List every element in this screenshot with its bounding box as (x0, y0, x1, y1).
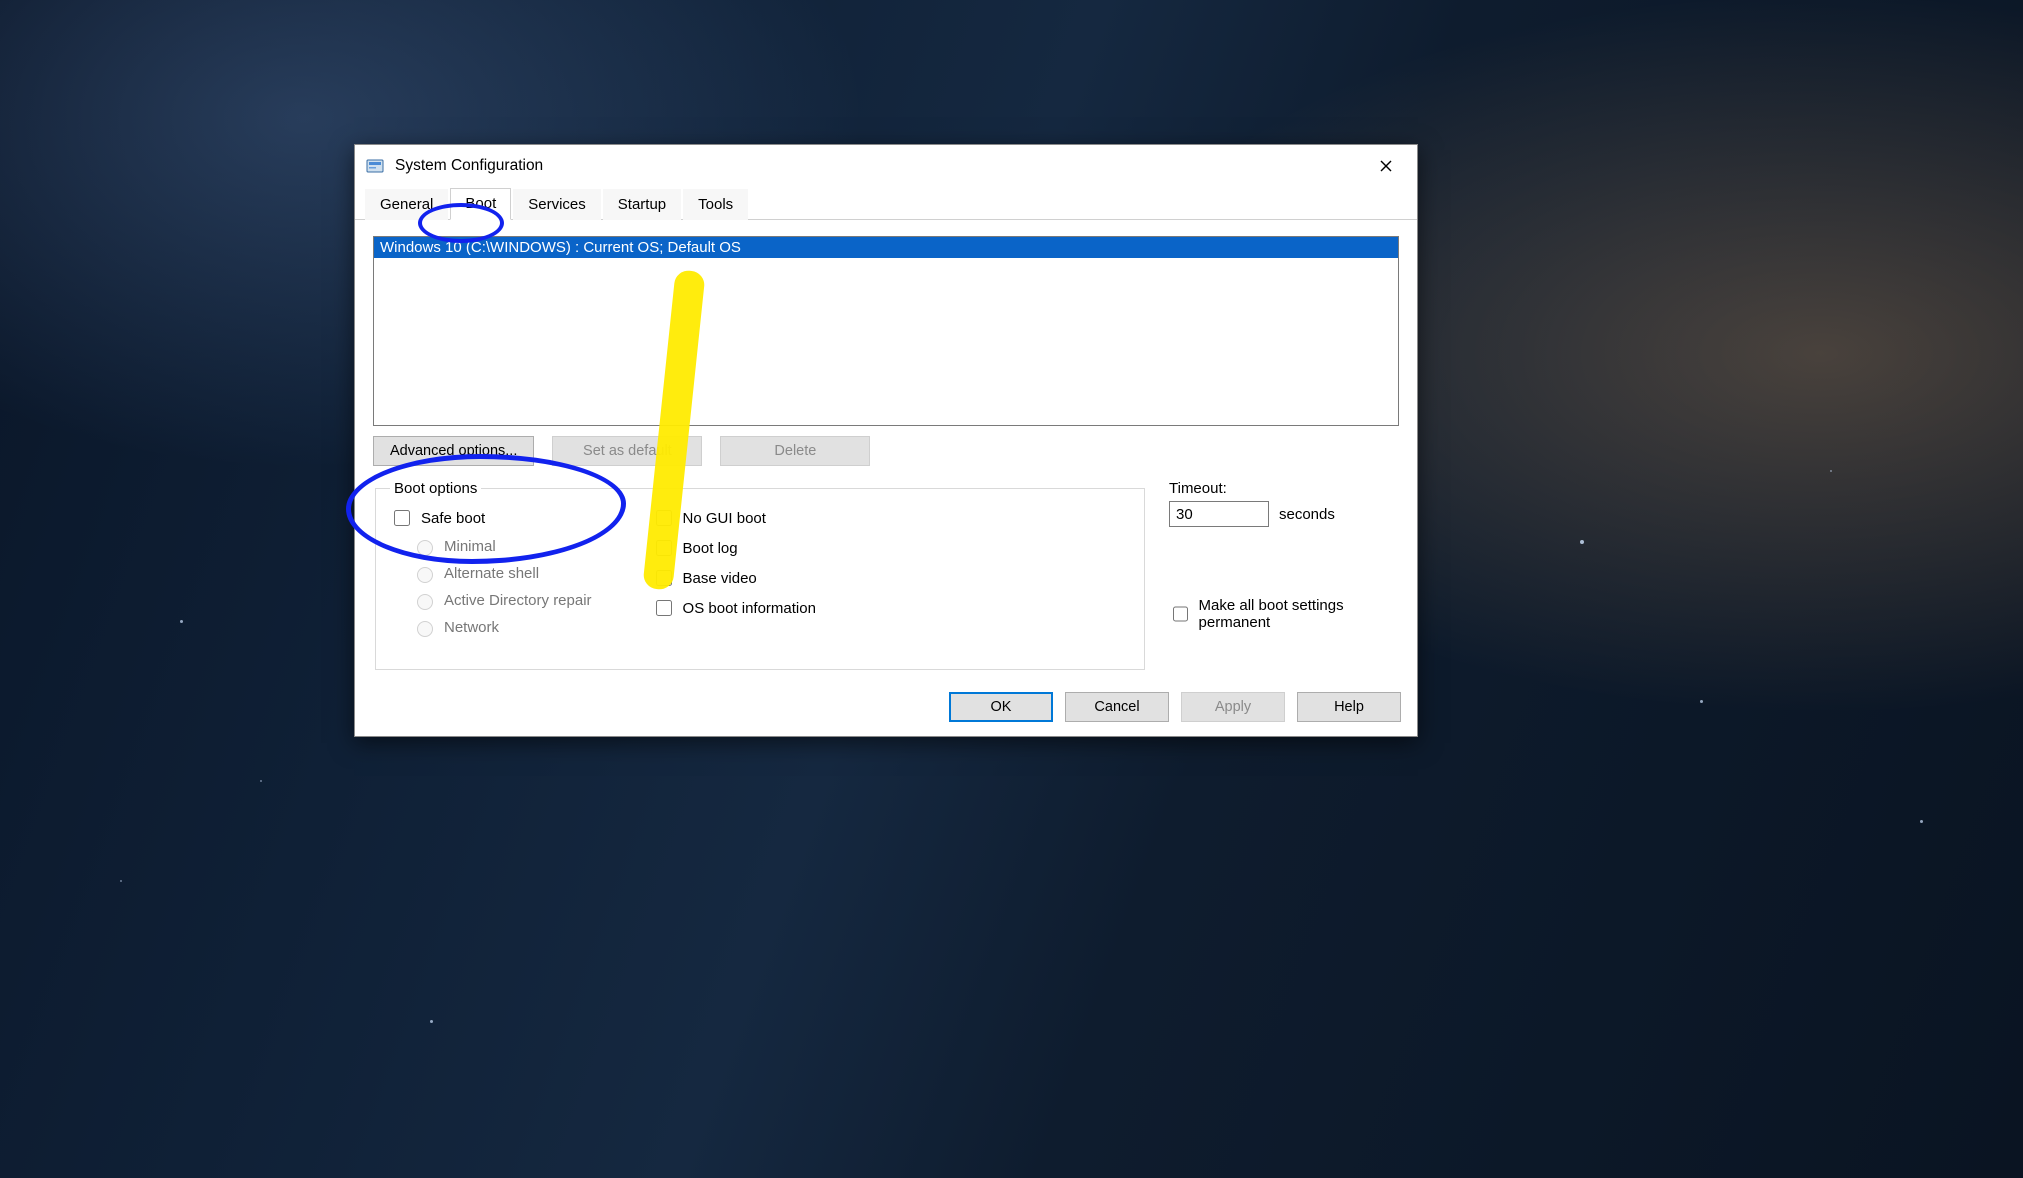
permanent-label[interactable]: Make all boot settings permanent (1169, 597, 1399, 631)
permanent-text: Make all boot settings permanent (1199, 597, 1399, 631)
tab-body-boot: Windows 10 (C:\WINDOWS) : Current OS; De… (355, 220, 1417, 682)
timeout-panel: Timeout: seconds Make all boot settings … (1169, 480, 1399, 670)
timeout-input[interactable] (1169, 501, 1269, 527)
boot-log-text: Boot log (683, 540, 738, 557)
help-button[interactable]: Help (1297, 692, 1401, 722)
close-icon (1380, 160, 1392, 172)
no-gui-boot-label[interactable]: No GUI boot (652, 507, 816, 529)
alternate-shell-text: Alternate shell (444, 565, 539, 582)
msconfig-icon (365, 156, 385, 176)
os-list[interactable]: Windows 10 (C:\WINDOWS) : Current OS; De… (373, 236, 1399, 426)
boot-options-group: Boot options Safe boot Minimal (375, 480, 1145, 670)
minimal-text: Minimal (444, 538, 496, 555)
advanced-options-button[interactable]: Advanced options... (373, 436, 534, 466)
network-radio (417, 621, 433, 637)
minimal-label: Minimal (412, 537, 592, 556)
base-video-checkbox[interactable] (656, 570, 672, 586)
alternate-shell-label: Alternate shell (412, 564, 592, 583)
window-title: System Configuration (395, 157, 543, 175)
tab-tools[interactable]: Tools (683, 189, 748, 220)
apply-button: Apply (1181, 692, 1285, 722)
minimal-radio (417, 540, 433, 556)
tab-startup[interactable]: Startup (603, 189, 681, 220)
ad-repair-radio (417, 594, 433, 610)
os-boot-info-text: OS boot information (683, 600, 816, 617)
os-list-item[interactable]: Windows 10 (C:\WINDOWS) : Current OS; De… (374, 237, 1398, 258)
base-video-text: Base video (683, 570, 757, 587)
no-gui-boot-text: No GUI boot (683, 510, 766, 527)
timeout-unit: seconds (1279, 506, 1335, 523)
cancel-button[interactable]: Cancel (1065, 692, 1169, 722)
base-video-label[interactable]: Base video (652, 567, 816, 589)
network-text: Network (444, 619, 499, 636)
tab-general[interactable]: General (365, 189, 448, 220)
delete-button: Delete (720, 436, 870, 466)
ad-repair-text: Active Directory repair (444, 592, 592, 609)
ad-repair-label: Active Directory repair (412, 591, 592, 610)
permanent-checkbox[interactable] (1173, 606, 1188, 622)
set-as-default-button: Set as default (552, 436, 702, 466)
tab-boot[interactable]: Boot (450, 188, 511, 220)
network-label: Network (412, 618, 592, 637)
boot-log-checkbox[interactable] (656, 540, 672, 556)
timeout-label: Timeout: (1169, 480, 1399, 497)
tab-strip: General Boot Services Startup Tools (355, 187, 1417, 220)
ok-button[interactable]: OK (949, 692, 1053, 722)
safe-boot-text: Safe boot (421, 510, 485, 527)
safe-boot-label[interactable]: Safe boot (390, 507, 592, 529)
tab-services[interactable]: Services (513, 189, 601, 220)
system-configuration-dialog: System Configuration General Boot Servic… (354, 144, 1418, 737)
os-boot-info-checkbox[interactable] (656, 600, 672, 616)
boot-options-legend: Boot options (390, 480, 481, 497)
close-button[interactable] (1363, 149, 1409, 183)
dialog-button-row: OK Cancel Apply Help (355, 682, 1417, 736)
safe-boot-checkbox[interactable] (394, 510, 410, 526)
os-boot-info-label[interactable]: OS boot information (652, 597, 816, 619)
boot-log-label[interactable]: Boot log (652, 537, 816, 559)
alternate-shell-radio (417, 567, 433, 583)
titlebar: System Configuration (355, 145, 1417, 187)
no-gui-boot-checkbox[interactable] (656, 510, 672, 526)
